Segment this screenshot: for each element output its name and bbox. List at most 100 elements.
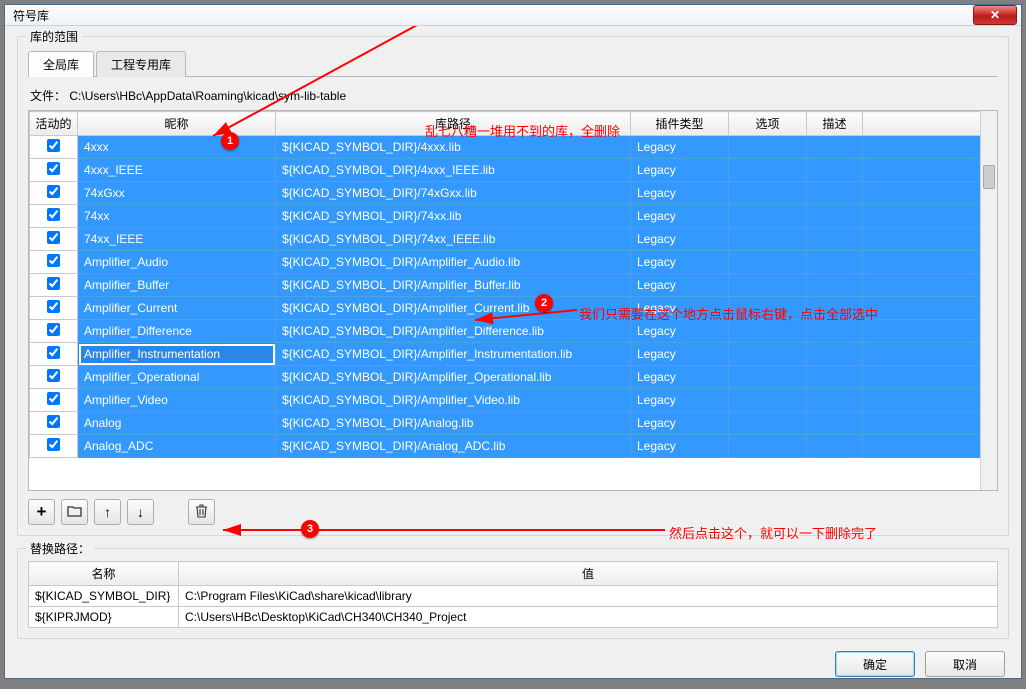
plugin-cell[interactable]: Legacy [631,205,729,228]
desc-cell[interactable] [807,435,863,458]
path-cell[interactable]: ${KICAD_SYMBOL_DIR}/Amplifier_Video.lib [276,389,631,412]
path-cell[interactable]: ${KICAD_SYMBOL_DIR}/Analog.lib [276,412,631,435]
active-checkbox[interactable] [47,231,60,244]
active-checkbox[interactable] [47,369,60,382]
desc-cell[interactable] [807,343,863,366]
desc-cell[interactable] [807,366,863,389]
browse-library-button[interactable] [61,499,88,525]
plugin-cell[interactable]: Legacy [631,389,729,412]
active-cell[interactable] [30,343,78,366]
plugin-cell[interactable]: Legacy [631,343,729,366]
active-cell[interactable] [30,251,78,274]
nick-cell[interactable]: Amplifier_Buffer [78,274,276,297]
plugin-cell[interactable]: Legacy [631,228,729,251]
options-cell[interactable] [729,182,807,205]
path-cell[interactable]: ${KICAD_SYMBOL_DIR}/Amplifier_Buffer.lib [276,274,631,297]
subst-value-cell[interactable]: C:\Program Files\KiCad\share\kicad\libra… [179,586,998,607]
active-checkbox[interactable] [47,162,60,175]
options-cell[interactable] [729,205,807,228]
active-cell[interactable] [30,136,78,159]
table-row[interactable]: Amplifier_Instrumentation${KICAD_SYMBOL_… [30,343,997,366]
options-cell[interactable] [729,274,807,297]
subst-name-cell[interactable]: ${KICAD_SYMBOL_DIR} [29,586,179,607]
col-desc[interactable]: 描述 [807,112,863,136]
options-cell[interactable] [729,389,807,412]
plugin-cell[interactable]: Legacy [631,412,729,435]
active-cell[interactable] [30,159,78,182]
move-up-button[interactable]: ↑ [94,499,121,525]
desc-cell[interactable] [807,412,863,435]
active-cell[interactable] [30,274,78,297]
col-options[interactable]: 选项 [729,112,807,136]
desc-cell[interactable] [807,182,863,205]
subst-col-name[interactable]: 名称 [29,562,179,586]
table-row[interactable]: Analog${KICAD_SYMBOL_DIR}/Analog.libLega… [30,412,997,435]
plugin-cell[interactable]: Legacy [631,159,729,182]
path-cell[interactable]: ${KICAD_SYMBOL_DIR}/Amplifier_Current.li… [276,297,631,320]
active-checkbox[interactable] [47,185,60,198]
plugin-cell[interactable]: Legacy [631,435,729,458]
active-cell[interactable] [30,297,78,320]
plugin-cell[interactable]: Legacy [631,136,729,159]
active-checkbox[interactable] [47,392,60,405]
table-row[interactable]: Amplifier_Buffer${KICAD_SYMBOL_DIR}/Ampl… [30,274,997,297]
active-cell[interactable] [30,366,78,389]
active-checkbox[interactable] [47,277,60,290]
plugin-cell[interactable]: Legacy [631,251,729,274]
table-row[interactable]: 74xx_IEEE${KICAD_SYMBOL_DIR}/74xx_IEEE.l… [30,228,997,251]
col-nick[interactable]: 昵称 [78,112,276,136]
nick-cell[interactable]: 74xx [78,205,276,228]
table-row[interactable]: 74xx${KICAD_SYMBOL_DIR}/74xx.libLegacy [30,205,997,228]
tab-global[interactable]: 全局库 [28,51,94,77]
active-checkbox[interactable] [47,323,60,336]
path-cell[interactable]: ${KICAD_SYMBOL_DIR}/Amplifier_Difference… [276,320,631,343]
options-cell[interactable] [729,343,807,366]
path-cell[interactable]: ${KICAD_SYMBOL_DIR}/74xx.lib [276,205,631,228]
nick-cell[interactable]: 4xxx [78,136,276,159]
active-checkbox[interactable] [47,300,60,313]
nick-cell[interactable]: Analog_ADC [78,435,276,458]
table-row[interactable]: Analog_ADC${KICAD_SYMBOL_DIR}/Analog_ADC… [30,435,997,458]
window-close-button[interactable]: ✕ [973,5,1017,25]
active-checkbox[interactable] [47,208,60,221]
move-down-button[interactable]: ↓ [127,499,154,525]
path-cell[interactable]: ${KICAD_SYMBOL_DIR}/4xxx_IEEE.lib [276,159,631,182]
desc-cell[interactable] [807,274,863,297]
active-cell[interactable] [30,412,78,435]
tab-project[interactable]: 工程专用库 [96,51,186,77]
desc-cell[interactable] [807,389,863,412]
plugin-cell[interactable]: Legacy [631,182,729,205]
library-table[interactable]: 活动的 昵称 库路径 插件类型 选项 描述 4xxx${KICAD_SYMBOL… [29,111,997,458]
path-cell[interactable]: ${KICAD_SYMBOL_DIR}/74xGxx.lib [276,182,631,205]
active-checkbox[interactable] [47,438,60,451]
nick-cell[interactable]: Amplifier_Current [78,297,276,320]
nick-cell[interactable]: Analog [78,412,276,435]
subst-name-cell[interactable]: ${KIPRJMOD} [29,607,179,628]
cancel-button[interactable]: 取消 [925,651,1005,677]
options-cell[interactable] [729,435,807,458]
path-cell[interactable]: ${KICAD_SYMBOL_DIR}/Amplifier_Operationa… [276,366,631,389]
active-cell[interactable] [30,435,78,458]
active-checkbox[interactable] [47,415,60,428]
plugin-cell[interactable]: Legacy [631,274,729,297]
nick-cell[interactable]: Amplifier_Video [78,389,276,412]
desc-cell[interactable] [807,205,863,228]
titlebar[interactable]: 符号库 ✕ [5,5,1021,26]
active-checkbox[interactable] [47,139,60,152]
add-library-button[interactable]: + [28,499,55,525]
nick-cell[interactable]: 74xx_IEEE [78,228,276,251]
plugin-cell[interactable]: Legacy [631,366,729,389]
nick-cell[interactable]: 74xGxx [78,182,276,205]
path-cell[interactable]: ${KICAD_SYMBOL_DIR}/Amplifier_Audio.lib [276,251,631,274]
subst-row[interactable]: ${KIPRJMOD}C:\Users\HBc\Desktop\KiCad\CH… [29,607,998,628]
nick-cell[interactable]: Amplifier_Operational [78,366,276,389]
desc-cell[interactable] [807,228,863,251]
path-cell[interactable]: ${KICAD_SYMBOL_DIR}/Amplifier_Instrument… [276,343,631,366]
table-row[interactable]: Amplifier_Video${KICAD_SYMBOL_DIR}/Ampli… [30,389,997,412]
active-cell[interactable] [30,320,78,343]
path-cell[interactable]: ${KICAD_SYMBOL_DIR}/Analog_ADC.lib [276,435,631,458]
subst-col-value[interactable]: 值 [179,562,998,586]
ok-button[interactable]: 确定 [835,651,915,677]
active-cell[interactable] [30,182,78,205]
col-plugin[interactable]: 插件类型 [631,112,729,136]
